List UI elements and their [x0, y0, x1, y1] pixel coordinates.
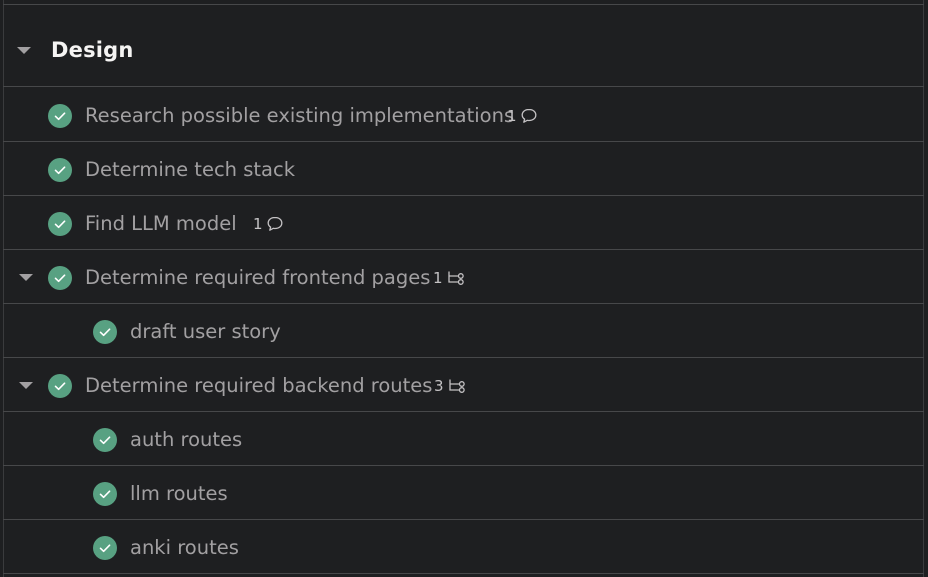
subtask-count-value: 3 [434, 377, 444, 395]
task-name[interactable]: Determine tech stack [85, 159, 295, 181]
subtask-row[interactable]: anki routes [3, 520, 924, 574]
subtask-count[interactable]: 1 [433, 268, 466, 288]
section-header-design[interactable]: Design [3, 5, 924, 87]
subtask-count[interactable]: 3 [434, 376, 467, 396]
section-title[interactable]: Design [51, 38, 134, 62]
task-row[interactable]: Determine required frontend pages 1 [3, 250, 924, 304]
subtask-row[interactable]: auth routes [3, 412, 924, 466]
task-name[interactable]: Determine required frontend pages [85, 267, 430, 289]
task-row[interactable]: Research possible existing implementatio… [3, 88, 924, 142]
subtask-row[interactable]: draft user story [3, 304, 924, 358]
completed-check-icon[interactable] [93, 320, 117, 344]
task-name[interactable]: Determine required backend routes [85, 375, 432, 397]
subtask-count-value: 1 [433, 269, 443, 287]
subtask-icon [447, 271, 464, 285]
task-name[interactable]: Research possible existing implementatio… [85, 105, 514, 127]
task-name[interactable]: Find LLM model [85, 213, 237, 235]
completed-check-icon[interactable] [48, 104, 72, 128]
comment-count[interactable]: 1 [507, 106, 538, 126]
completed-check-icon[interactable] [93, 428, 117, 452]
task-row[interactable]: Find LLM model 1 [3, 196, 924, 250]
completed-check-icon[interactable] [48, 266, 72, 290]
comment-count-value: 1 [253, 215, 263, 233]
comment-count[interactable]: 1 [253, 214, 284, 234]
completed-check-icon[interactable] [48, 212, 72, 236]
completed-check-icon[interactable] [48, 374, 72, 398]
completed-check-icon[interactable] [93, 482, 117, 506]
subtask-row[interactable]: llm routes [3, 466, 924, 520]
subtask-name[interactable]: anki routes [130, 537, 239, 559]
expand-caret-icon[interactable] [19, 274, 33, 281]
subtask-name[interactable]: auth routes [130, 429, 242, 451]
comment-icon [267, 216, 282, 231]
subtask-name[interactable]: draft user story [130, 321, 281, 343]
task-row[interactable]: Determine tech stack [3, 142, 924, 196]
comment-icon [521, 108, 536, 123]
completed-check-icon[interactable] [48, 158, 72, 182]
completed-check-icon[interactable] [93, 536, 117, 560]
caret-down-icon[interactable] [17, 47, 31, 54]
task-row[interactable]: Determine required backend routes 3 [3, 358, 924, 412]
expand-caret-icon[interactable] [19, 382, 33, 389]
comment-count-value: 1 [507, 107, 517, 125]
subtask-icon [448, 379, 465, 393]
subtask-name[interactable]: llm routes [130, 483, 228, 505]
